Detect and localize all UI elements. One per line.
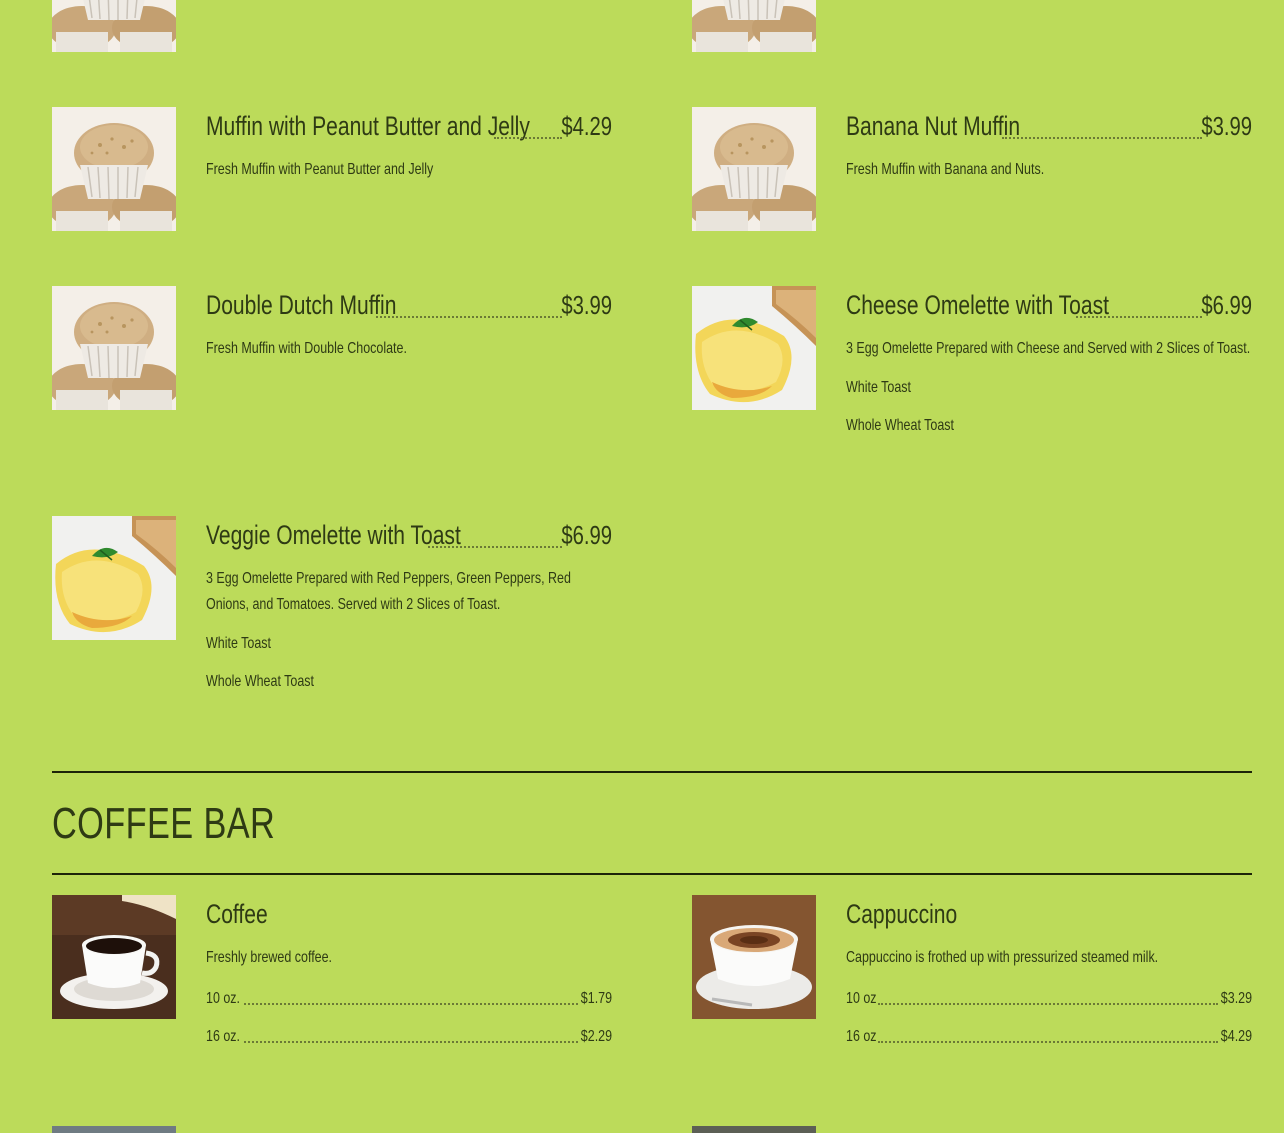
size-option-row: 10 oz. $1.79 <box>206 989 612 1009</box>
option-whole-wheat-toast: Whole Wheat Toast <box>846 417 954 434</box>
coffee-cup-image <box>52 895 176 1019</box>
option-white-toast: White Toast <box>206 635 271 652</box>
size-price: $4.29 <box>1220 1028 1252 1045</box>
item-name: Veggie Omelette with Toast <box>206 520 461 550</box>
menu-item-banana-nut-muffin: Banana Nut Muffin $3.99 Fresh Muffin wit… <box>846 107 1252 183</box>
price-leader <box>428 546 562 548</box>
item-description: Fresh Muffin with Double Chocolate. <box>206 340 407 357</box>
option-white-toast: White Toast <box>846 379 911 396</box>
muffin-image <box>52 0 176 52</box>
item-price: $3.99 <box>561 290 612 320</box>
option-whole-wheat-toast: Whole Wheat Toast <box>206 673 314 690</box>
size-label: 10 oz <box>846 990 877 1007</box>
drink-image <box>52 1126 176 1133</box>
menu-item-muffin-pbj: Muffin with Peanut Butter and Jelly $4.2… <box>206 107 612 183</box>
size-price: $3.29 <box>1220 990 1252 1007</box>
price-leader <box>1002 137 1202 139</box>
section-title-coffee-bar: COFFEE BAR <box>52 799 276 848</box>
item-description: Freshly brewed coffee. <box>206 949 333 966</box>
item-description: Fresh Muffin with Peanut Butter and Jell… <box>206 161 434 178</box>
size-option-row: 16 oz $4.29 <box>846 1027 1252 1047</box>
price-leader <box>1076 316 1202 318</box>
price-leader <box>376 316 562 318</box>
item-description: Fresh Muffin with Banana and Nuts. <box>846 161 1045 178</box>
section-divider-top <box>52 771 1252 773</box>
item-name: Banana Nut Muffin <box>846 111 1021 141</box>
size-label: 16 oz <box>846 1028 877 1045</box>
muffin-image <box>52 107 176 231</box>
item-name: Cappuccino <box>846 899 958 929</box>
menu-item-veggie-omelette: Veggie Omelette with Toast $6.99 3 Egg O… <box>206 516 612 692</box>
item-name: Cheese Omelette with Toast <box>846 290 1109 320</box>
cappuccino-image <box>692 895 816 1019</box>
item-name: Double Dutch Muffin <box>206 290 397 320</box>
menu-item-cappuccino: Cappuccino Cappuccino is frothed up with… <box>846 895 1252 1047</box>
price-leader <box>494 137 562 139</box>
item-price: $4.29 <box>561 111 612 141</box>
size-label: 16 oz. <box>206 1028 241 1045</box>
item-price: $6.99 <box>561 520 612 550</box>
section-divider-bottom <box>52 873 1252 875</box>
size-option-row: 16 oz. $2.29 <box>206 1027 612 1047</box>
muffin-image <box>692 107 816 231</box>
muffin-image <box>52 286 176 410</box>
item-description: 3 Egg Omelette Prepared with Red Peppers… <box>206 570 571 613</box>
size-price: $1.79 <box>580 990 612 1007</box>
item-description: 3 Egg Omelette Prepared with Cheese and … <box>846 340 1251 357</box>
item-price: $3.99 <box>1201 111 1252 141</box>
item-name: Muffin with Peanut Butter and Jelly <box>206 111 530 141</box>
drink-image <box>692 1126 816 1133</box>
menu-item-cheese-omelette: Cheese Omelette with Toast $6.99 3 Egg O… <box>846 286 1252 436</box>
item-price: $6.99 <box>1201 290 1252 320</box>
omelette-image <box>52 516 176 640</box>
size-option-row: 10 oz $3.29 <box>846 989 1252 1009</box>
item-name: Coffee <box>206 899 268 929</box>
size-label: 10 oz. <box>206 990 241 1007</box>
omelette-image <box>692 286 816 410</box>
muffin-image <box>692 0 816 52</box>
item-description: Cappuccino is frothed up with pressurize… <box>846 949 1159 966</box>
menu-item-double-dutch-muffin: Double Dutch Muffin $3.99 Fresh Muffin w… <box>206 286 612 362</box>
menu-item-coffee: Coffee Freshly brewed coffee. 10 oz. $1.… <box>206 895 612 1047</box>
size-price: $2.29 <box>580 1028 612 1045</box>
